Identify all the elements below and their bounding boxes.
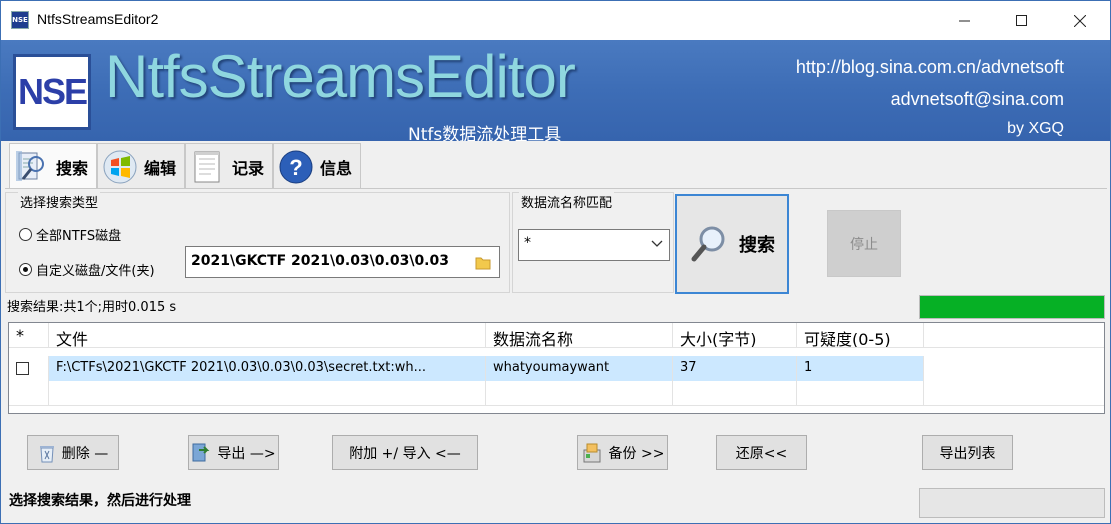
stop-button[interactable]: 停止 (827, 210, 901, 277)
tab-search[interactable]: 搜索 (9, 143, 98, 189)
stream-match-title: 数据流名称匹配 (519, 192, 615, 211)
path-value: 2021\GKCTF 2021\0.03\0.03\0.03 (191, 253, 449, 269)
progress-fill (920, 296, 1104, 318)
results-table: * 文件 数据流名称 大小(字节) 可疑度(0-5) F:\CTFs\2021\… (8, 322, 1105, 414)
maximize-button[interactable] (993, 1, 1051, 40)
nse-logo: NSE (13, 54, 91, 130)
tab-edit-label: 编辑 (144, 158, 177, 178)
tab-info[interactable]: ? 信息 (273, 143, 362, 189)
magnifier-icon (691, 226, 725, 262)
radio-all-ntfs[interactable]: 全部NTFS磁盘 (19, 225, 121, 244)
export-button-label: 导出 —> (217, 445, 276, 462)
empty-cell (9, 381, 49, 405)
maximize-icon (1016, 14, 1027, 26)
cell-stream: whatyoumaywant (486, 356, 673, 381)
stop-button-label: 停止 (850, 236, 878, 253)
author-label: by XGQ (1007, 120, 1064, 137)
close-icon (1074, 14, 1086, 27)
cell-size: 37 (673, 356, 797, 381)
export-icon (192, 443, 210, 461)
cell-suspicion: 1 (797, 356, 924, 381)
delete-button[interactable]: 删除 — (27, 435, 119, 470)
tab-bar: 搜索 编辑 记录 ? 信息 (9, 143, 362, 189)
chevron-down-icon (651, 240, 663, 247)
header-filler (924, 323, 1104, 348)
tab-log[interactable]: 记录 (185, 143, 274, 189)
recycle-bin-icon (39, 445, 54, 462)
cell-filler (924, 356, 1104, 381)
table-row[interactable]: F:\CTFs\2021\GKCTF 2021\0.03\0.03\0.03\s… (9, 356, 1104, 381)
minimize-button[interactable] (936, 1, 994, 40)
bottom-progress-bar (919, 488, 1105, 518)
radio-custom[interactable]: 自定义磁盘/文件(夹) (19, 260, 155, 279)
export-list-button[interactable]: 导出列表 (922, 435, 1013, 470)
header-banner: NSE NtfsStreamsEditor Ntfs数据流处理工具 http:/… (1, 40, 1110, 141)
stream-match-combo[interactable]: * (518, 229, 670, 261)
restore-button-label: 还原<< (735, 445, 788, 462)
radio-all-ntfs-label: 全部NTFS磁盘 (36, 229, 122, 244)
tab-search-label: 搜索 (56, 158, 89, 178)
path-field[interactable]: 2021\GKCTF 2021\0.03\0.03\0.03 (185, 246, 500, 278)
export-button[interactable]: 导出 —> (188, 435, 279, 470)
empty-cell (486, 381, 673, 405)
empty-cell (49, 381, 486, 405)
header-file[interactable]: 文件 (49, 323, 486, 348)
email-link[interactable]: advnetsoft@sina.com (891, 89, 1064, 110)
radio-custom-circle[interactable] (19, 263, 32, 276)
tab-info-label: 信息 (320, 158, 353, 178)
header-select[interactable]: * (9, 323, 49, 348)
append-import-button-label: 附加 +/ 导入 <— (349, 445, 461, 462)
notepad-icon (190, 149, 226, 185)
bottom-status: 选择搜索结果，然后进行处理 (9, 493, 191, 509)
backup-icon (583, 443, 601, 462)
progress-bar (919, 295, 1105, 319)
empty-cell (673, 381, 797, 405)
empty-cell (797, 381, 924, 405)
search-result-status: 搜索结果:共1个;用时0.015 s (7, 300, 177, 315)
row-checkbox[interactable] (16, 362, 29, 375)
table-header: * 文件 数据流名称 大小(字节) 可疑度(0-5) (9, 323, 1104, 348)
search-button[interactable]: 搜索 (675, 194, 789, 294)
folder-icon[interactable] (475, 254, 491, 270)
export-list-button-label: 导出列表 (939, 445, 996, 462)
radio-custom-label: 自定义磁盘/文件(夹) (36, 264, 155, 279)
search-type-title: 选择搜索类型 (18, 192, 101, 211)
stream-match-value: * (524, 235, 531, 251)
tab-edit[interactable]: 编辑 (97, 143, 186, 189)
blog-link[interactable]: http://blog.sina.com.cn/advnetsoft (796, 57, 1064, 78)
product-subtitle: Ntfs数据流处理工具 (408, 125, 562, 141)
row-checkbox-cell[interactable] (9, 356, 49, 381)
svg-text:?: ? (289, 155, 302, 180)
empty-row (9, 381, 1104, 406)
app-window: NSE NtfsStreamsEditor2 NSE NtfsStreamsEd… (0, 0, 1111, 524)
windows-orb-icon (102, 149, 138, 185)
help-icon: ? (278, 149, 314, 185)
search-doc-icon (14, 149, 50, 185)
title-bar: NSE NtfsStreamsEditor2 (1, 1, 1110, 40)
delete-button-label: 删除 — (61, 445, 109, 462)
header-size[interactable]: 大小(字节) (673, 323, 797, 348)
window-title: NtfsStreamsEditor2 (37, 11, 159, 27)
tab-log-label: 记录 (232, 158, 265, 178)
append-import-button[interactable]: 附加 +/ 导入 <— (332, 435, 478, 470)
close-button[interactable] (1051, 1, 1109, 40)
product-name: NtfsStreamsEditor (105, 43, 576, 110)
search-button-label: 搜索 (739, 235, 775, 256)
cell-file: F:\CTFs\2021\GKCTF 2021\0.03\0.03\0.03\s… (49, 356, 486, 381)
minimize-icon (959, 20, 970, 21)
backup-button-label: 备份 >> (608, 445, 665, 462)
radio-all-ntfs-circle[interactable] (19, 228, 32, 241)
backup-button[interactable]: 备份 >> (577, 435, 668, 470)
header-stream[interactable]: 数据流名称 (486, 323, 673, 348)
header-suspicion[interactable]: 可疑度(0-5) (797, 323, 924, 348)
app-icon: NSE (11, 11, 29, 29)
restore-button[interactable]: 还原<< (716, 435, 807, 470)
